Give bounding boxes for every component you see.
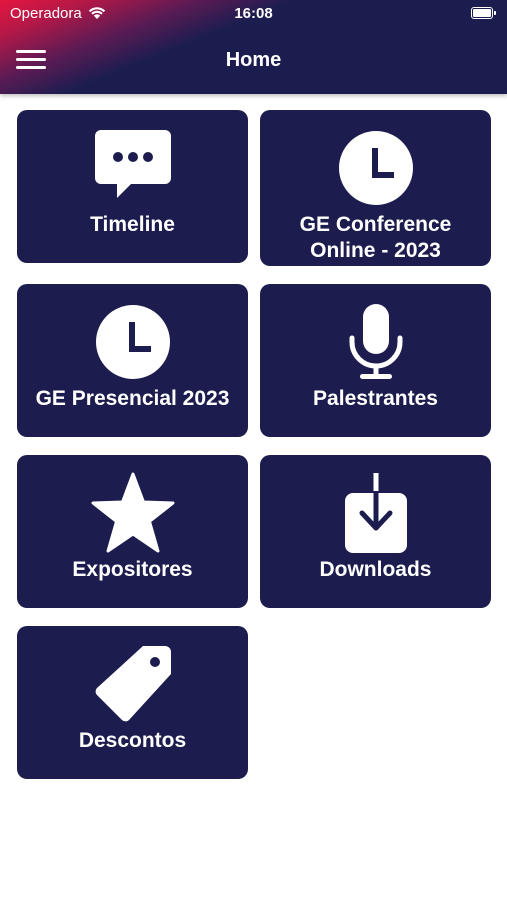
battery-icon — [471, 7, 496, 19]
tile-ge-conference-online[interactable]: GE Conference Online - 2023 — [260, 110, 491, 266]
microphone-icon — [349, 304, 402, 379]
chat-bubble-icon — [94, 130, 171, 198]
page-title: Home — [225, 49, 282, 71]
star-icon — [91, 472, 174, 553]
tile-expositores[interactable]: Expositores — [17, 455, 248, 608]
status-bar: Operadora 16:08 — [0, 0, 507, 26]
tile-label: Downloads — [319, 558, 432, 581]
clock-icon — [95, 305, 170, 379]
tile-downloads[interactable]: Downloads — [260, 455, 491, 608]
tile-label: Expositores — [72, 558, 193, 581]
tile-ge-presencial[interactable]: GE Presencial 2023 — [17, 284, 248, 437]
tile-label: Timeline — [90, 213, 175, 236]
tile-label: Descontos — [78, 729, 187, 752]
tile-palestrantes[interactable]: Palestrantes — [260, 284, 491, 437]
tile-label: Palestrantes — [313, 387, 438, 410]
tile-label: GE Presencial 2023 — [35, 387, 230, 410]
download-icon — [344, 473, 407, 553]
status-time: 16:08 — [234, 5, 273, 22]
tile-timeline[interactable]: Timeline — [17, 110, 248, 263]
tile-label: GE Conference Online - 2023 — [299, 213, 452, 262]
tag-icon — [95, 646, 171, 722]
tile-descontos[interactable]: Descontos — [17, 626, 248, 779]
clock-icon — [338, 131, 413, 205]
